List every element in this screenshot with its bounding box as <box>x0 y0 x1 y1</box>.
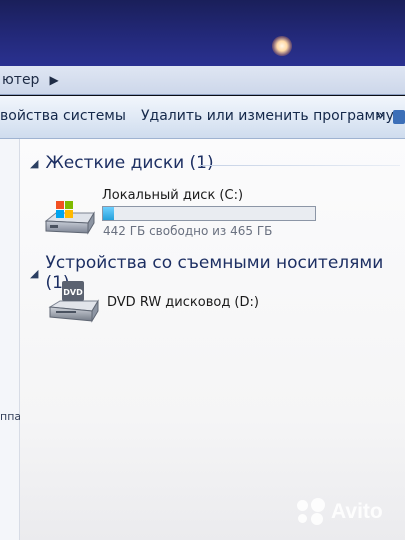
more-commands-button[interactable]: » <box>375 106 384 124</box>
drive-name-d[interactable]: DVD RW дисковод (D:) <box>107 295 259 310</box>
avito-logo-text: Avito <box>331 500 383 523</box>
light-glare <box>272 36 292 56</box>
drive-usage-bar <box>102 206 316 221</box>
uninstall-program-button[interactable]: Удалить или изменить программу <box>141 108 394 124</box>
drive-name-c[interactable]: Локальный диск (C:) <box>102 188 243 203</box>
navigation-pane <box>0 139 20 540</box>
group-hard-drives[interactable]: ◢ Жесткие диски (1) <box>30 153 214 173</box>
address-bar[interactable]: ютер ▶ <box>0 66 405 95</box>
collapse-triangle-icon[interactable]: ◢ <box>30 267 38 280</box>
drive-free-space: 442 ГБ свободно из 465 ГБ <box>103 224 273 238</box>
avito-watermark: Avito <box>297 498 383 526</box>
hard-drive-icon <box>44 201 95 235</box>
drive-usage-fill <box>103 207 114 220</box>
group-title-hard-drives: Жесткие диски (1) <box>45 153 214 173</box>
collapse-triangle-icon[interactable]: ◢ <box>30 157 38 170</box>
avito-logo-icon <box>297 498 325 526</box>
group-divider <box>200 165 400 166</box>
breadcrumb-computer[interactable]: ютер <box>0 72 39 88</box>
window-title-strip <box>0 0 405 66</box>
dvd-drive-icon: DVD <box>48 281 99 323</box>
view-options-icon[interactable] <box>393 110 405 124</box>
nav-pane-partial-label[interactable]: ппа <box>0 410 21 423</box>
breadcrumb-arrow-icon[interactable]: ▶ <box>49 73 58 87</box>
dvd-logo-text: DVD <box>63 288 83 297</box>
system-properties-button[interactable]: войства системы <box>0 108 126 124</box>
command-bar: войства системы Удалить или изменить про… <box>0 96 405 139</box>
content-area: ◢ Жесткие диски (1) Локальный диск (C:) … <box>20 139 405 540</box>
